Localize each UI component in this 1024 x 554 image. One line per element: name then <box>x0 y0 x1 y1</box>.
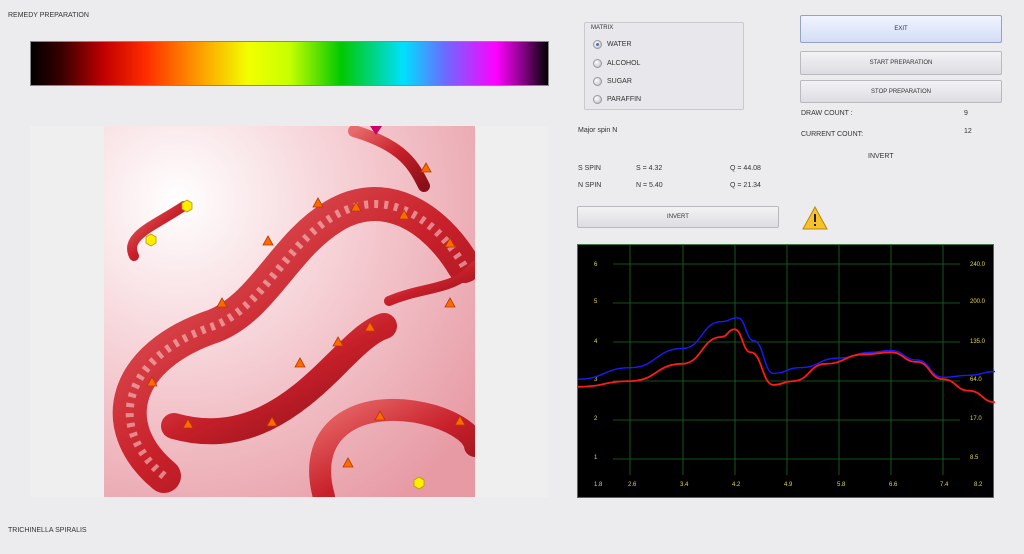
n-spin-label: N SPIN <box>578 182 602 189</box>
matrix-option-water[interactable]: WATER <box>593 38 632 50</box>
invert-status-label: INVERT <box>868 153 894 160</box>
matrix-option-sugar[interactable]: SUGAR <box>593 75 632 87</box>
spin-chart: 1 2 3 4 5 6 8.5 17.0 64.0 135.0 200.0 240.0 1.8 2.6 3.… <box>577 244 996 498</box>
y-right-tick-label: 8.5 <box>970 455 979 461</box>
specimen-image <box>104 126 475 497</box>
y-left-tick-label: 6 <box>594 262 598 268</box>
x-tick-label: 4.2 <box>732 482 741 488</box>
s-spin-label: S SPIN <box>578 165 601 172</box>
warning-icon <box>802 205 828 230</box>
y-left-tick-label: 4 <box>594 339 598 345</box>
y-right-tick-label: 240.0 <box>970 262 986 268</box>
matrix-option-alcohol[interactable]: ALCOHOL <box>593 57 640 69</box>
draw-count-value: 9 <box>964 110 968 117</box>
y-left-tick-label: 5 <box>594 299 598 305</box>
draw-count-label: DRAW COUNT : <box>801 110 853 117</box>
radio-selected-icon[interactable] <box>593 39 602 49</box>
matrix-option-paraffin[interactable]: PARAFFIN <box>593 93 641 105</box>
page-title: REMEDY PREPARATION <box>8 12 89 19</box>
matrix-legend: MATRIX <box>591 25 614 31</box>
y-right-tick-label: 64.0 <box>970 377 982 383</box>
matrix-option-label: SUGAR <box>607 77 632 85</box>
x-tick-label: 1.8 <box>594 482 603 488</box>
s-spin-value: S = 4.32 <box>636 165 663 172</box>
x-tick-label: 8.2 <box>974 482 983 488</box>
s-spin-q: Q = 44.08 <box>730 165 761 172</box>
x-tick-label: 5.8 <box>837 482 846 488</box>
current-count-label: CURRENT COUNT: <box>801 131 864 138</box>
specimen-illustration <box>104 126 475 497</box>
radio-icon[interactable] <box>593 76 602 86</box>
stop-preparation-button[interactable]: STOP PREPARATION <box>800 80 1002 103</box>
y-right-tick-label: 17.0 <box>970 416 982 422</box>
y-right-tick-label: 135.0 <box>970 339 986 345</box>
matrix-option-label: PARAFFIN <box>607 95 642 103</box>
major-spin-label: Major spin N <box>578 127 618 134</box>
radio-icon[interactable] <box>593 58 602 68</box>
matrix-option-label: WATER <box>607 40 632 48</box>
n-spin-q: Q = 21.34 <box>730 182 761 189</box>
invert-button[interactable]: INVERT <box>577 206 779 228</box>
y-right-tick-label: 200.0 <box>970 299 986 305</box>
x-tick-label: 6.6 <box>889 482 898 488</box>
series-line-0 <box>577 317 996 380</box>
spin-chart-svg: 1 2 3 4 5 6 8.5 17.0 64.0 135.0 200.0 240.0 1.8 2.6 3.… <box>577 245 996 488</box>
n-spin-value: N = 5.40 <box>636 182 663 189</box>
radio-icon[interactable] <box>593 94 602 104</box>
color-spectrum-bar <box>30 41 549 86</box>
exit-button[interactable]: EXIT <box>800 15 1002 43</box>
start-preparation-button[interactable]: START PREPARATION <box>800 51 1002 75</box>
specimen-name: TRICHINELLA SPIRALIS <box>8 527 87 534</box>
current-count-value: 12 <box>964 128 972 135</box>
y-left-tick-label: 3 <box>594 377 598 383</box>
x-tick-label: 2.6 <box>628 482 637 488</box>
y-left-tick-label: 2 <box>594 416 598 422</box>
matrix-option-label: ALCOHOL <box>607 59 641 67</box>
x-tick-label: 7.4 <box>940 482 949 488</box>
x-tick-label: 3.4 <box>680 482 689 488</box>
y-left-tick-label: 1 <box>594 455 598 461</box>
x-tick-label: 4.9 <box>784 482 793 488</box>
matrix-group: MATRIX WATER ALCOHOL SUGAR PARAFFIN <box>584 22 744 110</box>
